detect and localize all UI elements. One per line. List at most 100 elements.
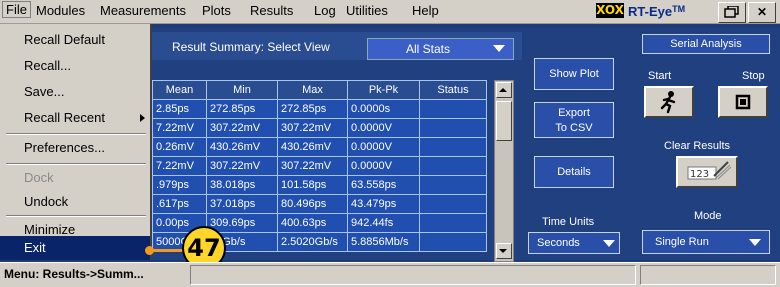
menu-measurements[interactable]: Measurements	[100, 3, 186, 18]
clear-results-label: Clear Results	[664, 140, 731, 152]
serial-analysis-panel: Serial Analysis Start Stop Clear Results…	[636, 28, 780, 260]
column-header-status[interactable]: Status	[419, 80, 487, 100]
stop-button[interactable]	[718, 86, 768, 118]
table-row[interactable]: .617ps 37.018ps 80.496ps 43.479ps	[152, 194, 487, 214]
menu-file[interactable]: File	[2, 1, 31, 18]
menu-help[interactable]: Help	[412, 3, 439, 18]
export-label-line2: To CSV	[555, 122, 593, 134]
table-header-row: Mean Min Max Pk-Pk Status	[152, 80, 487, 100]
cell: .979ps	[152, 175, 207, 195]
scroll-up-button[interactable]	[496, 82, 512, 98]
time-units-dropdown[interactable]: Seconds	[528, 232, 620, 254]
menu-item-label: Exit	[24, 240, 46, 255]
table-row[interactable]: 0.26mV 430.26mV 430.26mV 0.0000V	[152, 137, 487, 157]
menu-item-label: Recall Recent	[24, 110, 105, 125]
cell: 430.26mV	[206, 137, 278, 157]
menu-item-exit[interactable]: Exit	[0, 236, 150, 260]
menu-utilities[interactable]: Utilities	[346, 3, 388, 18]
table-row[interactable]: 2.85ps 272.85ps 272.85ps 0.0000s	[152, 99, 487, 119]
view-dropdown-value: All Stats	[405, 42, 450, 56]
cell: 307.22mV	[206, 156, 278, 176]
show-plot-button[interactable]: Show Plot	[534, 58, 614, 90]
cell: 0.0000V	[347, 137, 420, 157]
cell: 43.479ps	[347, 194, 420, 214]
stop-icon	[735, 94, 751, 110]
cell	[419, 156, 487, 176]
cell: 37.018ps	[206, 194, 278, 214]
cell: 0.0000V	[347, 156, 420, 176]
column-header-max[interactable]: Max	[277, 80, 348, 100]
select-view-label: Result Summary: Select View	[172, 40, 330, 54]
cell: 7.22mV	[152, 118, 207, 138]
results-scrollbar[interactable]	[494, 80, 514, 262]
export-csv-button[interactable]: Export To CSV	[534, 102, 614, 138]
menu-item-recall[interactable]: Recall...	[0, 54, 150, 78]
menu-item-save[interactable]: Save...	[0, 80, 150, 104]
clear-results-button[interactable]: 123	[676, 156, 738, 188]
cell: 942.44fs	[347, 213, 420, 233]
cell: 80.496ps	[277, 194, 348, 214]
scroll-down-button[interactable]	[496, 243, 512, 259]
cell	[419, 175, 487, 195]
column-header-pk-pk[interactable]: Pk-Pk	[347, 80, 420, 100]
menu-modules[interactable]: Modules	[36, 3, 85, 18]
mode-value: Single Run	[655, 236, 709, 248]
result-summary-header: Result Summary: Select View All Stats	[152, 32, 522, 60]
menu-item-recall-default[interactable]: Recall Default	[0, 28, 150, 52]
cell: .617ps	[152, 194, 207, 214]
time-units-value: Seconds	[537, 237, 580, 249]
mode-dropdown[interactable]: Single Run	[642, 230, 770, 254]
runner-icon	[660, 91, 676, 114]
column-header-mean[interactable]: Mean	[152, 80, 207, 100]
cell: 0.0000s	[347, 99, 420, 119]
arrow-down-icon	[499, 249, 507, 253]
logo-mark: XOX	[596, 3, 624, 18]
menu-item-label: Undock	[24, 194, 69, 209]
time-units-label: Time Units	[542, 216, 595, 228]
menu-separator	[6, 133, 146, 135]
chevron-down-icon	[749, 239, 761, 246]
menu-item-label: Dock	[24, 170, 54, 185]
menu-item-label: Preferences...	[24, 140, 105, 155]
restore-window-button[interactable]	[718, 2, 746, 23]
details-button[interactable]: Details	[534, 156, 614, 188]
cell	[419, 213, 487, 233]
mode-label: Mode	[694, 210, 722, 222]
status-bar: Menu: Results->Summ...	[0, 262, 780, 287]
menu-item-recall-recent[interactable]: Recall Recent	[0, 106, 150, 130]
action-panel: Show Plot Export To CSV Details Time Uni…	[522, 28, 636, 260]
menu-plots[interactable]: Plots	[202, 3, 231, 18]
menu-results[interactable]: Results	[250, 3, 293, 18]
menu-item-preferences[interactable]: Preferences...	[0, 136, 150, 160]
cell	[419, 232, 487, 252]
status-text: Menu: Results->Summ...	[4, 267, 144, 281]
view-dropdown[interactable]: All Stats	[367, 38, 514, 60]
scroll-thumb[interactable]	[496, 101, 512, 141]
cell	[419, 194, 487, 214]
start-button[interactable]	[644, 86, 694, 118]
cell: 38.018ps	[206, 175, 278, 195]
menu-log[interactable]: Log	[314, 3, 336, 18]
close-window-button[interactable]: ✕	[748, 2, 776, 23]
cell: 101.58ps	[277, 175, 348, 195]
column-header-min[interactable]: Min	[206, 80, 278, 100]
menu-item-undock[interactable]: Undock	[0, 190, 150, 214]
menu-item-label: Recall Default	[24, 32, 105, 47]
cell: 400.63ps	[277, 213, 348, 233]
cell: 2.85ps	[152, 99, 207, 119]
menu-bar: File Modules Measurements Plots Results …	[0, 0, 780, 24]
cell: 272.85ps	[277, 99, 348, 119]
rt-eye-logo: XOX RT-EyeTM	[596, 2, 716, 22]
menu-separator	[6, 163, 146, 165]
table-row[interactable]: .979ps 38.018ps 101.58ps 63.558ps	[152, 175, 487, 195]
cell: 430.26mV	[277, 137, 348, 157]
cell: 0.26mV	[152, 137, 207, 157]
table-row[interactable]: 7.22mV 307.22mV 307.22mV 0.0000V	[152, 118, 487, 138]
cell: 5.8856Mb/s	[347, 232, 420, 252]
cell	[419, 137, 487, 157]
status-pane	[190, 265, 636, 285]
table-row[interactable]: 7.22mV 307.22mV 307.22mV 0.0000V	[152, 156, 487, 176]
logo-text: RT-Eye	[628, 4, 673, 19]
cell: 307.22mV	[277, 118, 348, 138]
start-label: Start	[648, 70, 672, 82]
